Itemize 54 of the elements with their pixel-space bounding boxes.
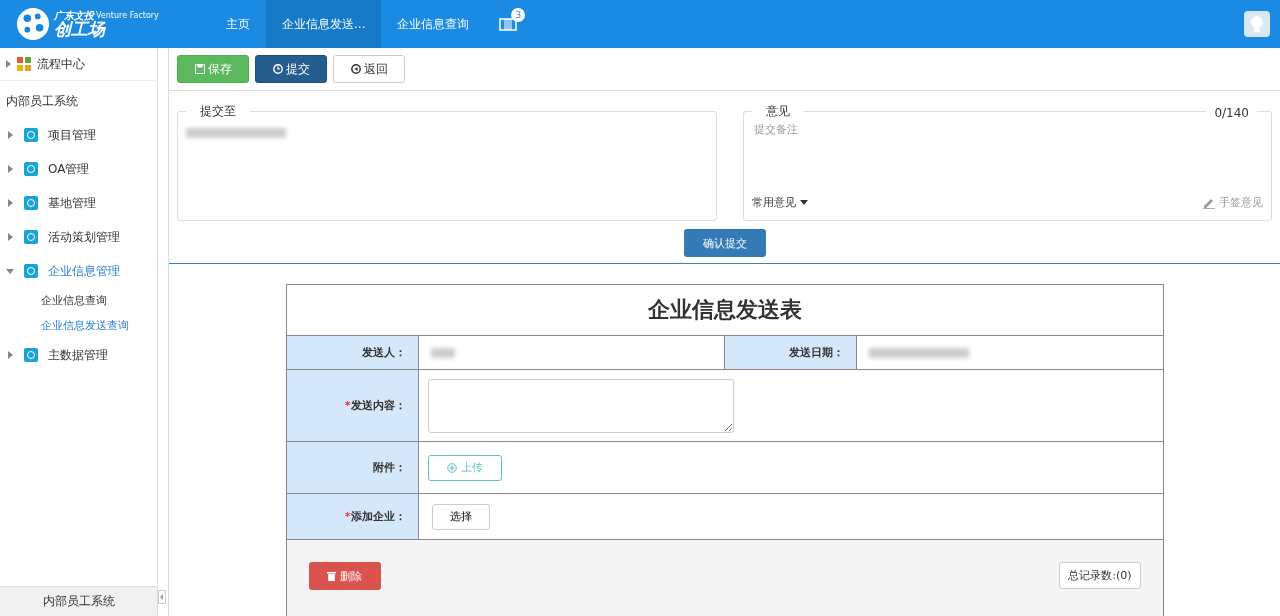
common-opinions-dropdown[interactable]: 常用意见 [752, 195, 808, 210]
opinion-field[interactable]: 意见 0/140 提交备注 常用意见 手签意见 [743, 103, 1272, 221]
window-icon[interactable] [499, 17, 518, 31]
logo-icon [16, 7, 50, 41]
panel-title: 意见 [765, 103, 791, 120]
caret-icon [800, 200, 808, 205]
notification-badge: 3 [511, 8, 526, 22]
total-records: 总记录数:(0) [1059, 562, 1141, 589]
pen-icon [1203, 196, 1215, 209]
field-label: 发送日期： [725, 336, 857, 369]
module-icon [24, 196, 38, 210]
back-icon [350, 64, 361, 74]
grid-icon [17, 57, 31, 71]
sidebar-item[interactable]: 流程中心 [37, 55, 85, 73]
delete-button[interactable]: 删除 [308, 562, 381, 590]
clock-icon [272, 64, 283, 74]
sidebar-item[interactable]: 基地管理 [48, 194, 96, 212]
plus-circle-icon [446, 462, 457, 473]
toolbar-button[interactable]: 返回 [333, 55, 405, 83]
toolbar-button[interactable]: 提交 [255, 55, 327, 83]
field-label: *添加企业： [286, 494, 419, 539]
confirm-submit-button[interactable]: 确认提交 [683, 229, 766, 257]
nav-tab[interactable]: 企业信息发送... [266, 0, 382, 48]
collapse-icon[interactable] [158, 590, 166, 604]
blurred-placeholder [430, 347, 455, 358]
trash-icon [327, 571, 336, 581]
nav-tab[interactable]: 企业信息查询 [381, 0, 486, 48]
sidebar-subitem[interactable]: 企业信息查询 [0, 288, 157, 313]
module-icon [24, 128, 38, 142]
logo-title: 创工场 [54, 20, 107, 38]
sidebar-item[interactable]: 主数据管理 [48, 346, 108, 364]
select-button[interactable]: 选择 [431, 503, 490, 530]
field-label: *发送内容： [286, 370, 419, 441]
caret-icon [6, 60, 11, 68]
sidebar-subitem[interactable]: 企业信息发送查询 [0, 313, 157, 338]
sidebar-item[interactable]: OA管理 [48, 160, 90, 178]
module-icon [24, 162, 38, 176]
logo-text: 广东文投 [54, 10, 94, 21]
field-label: 发送人： [286, 336, 419, 369]
field-label: 附件： [286, 442, 419, 493]
sidebar-footer: 内部员工系统 [0, 586, 157, 616]
sidebar-item[interactable]: 企业信息管理 [48, 262, 120, 280]
user-avatar-icon[interactable] [1244, 11, 1270, 37]
char-counter: 0/140 [1206, 106, 1257, 120]
content-field[interactable] [427, 378, 734, 433]
sidebar-item[interactable]: 活动策划管理 [48, 228, 120, 246]
module-icon [24, 230, 38, 244]
section-title: 内部员工系统 [5, 93, 79, 110]
panel-title: 提交至 [199, 103, 237, 120]
module-icon [24, 348, 38, 362]
sidebar-item[interactable]: 项目管理 [48, 126, 96, 144]
logo-subtext: Venture Factory [96, 11, 159, 20]
module-icon [24, 264, 38, 278]
nav-tab[interactable]: 主页 [210, 0, 266, 48]
